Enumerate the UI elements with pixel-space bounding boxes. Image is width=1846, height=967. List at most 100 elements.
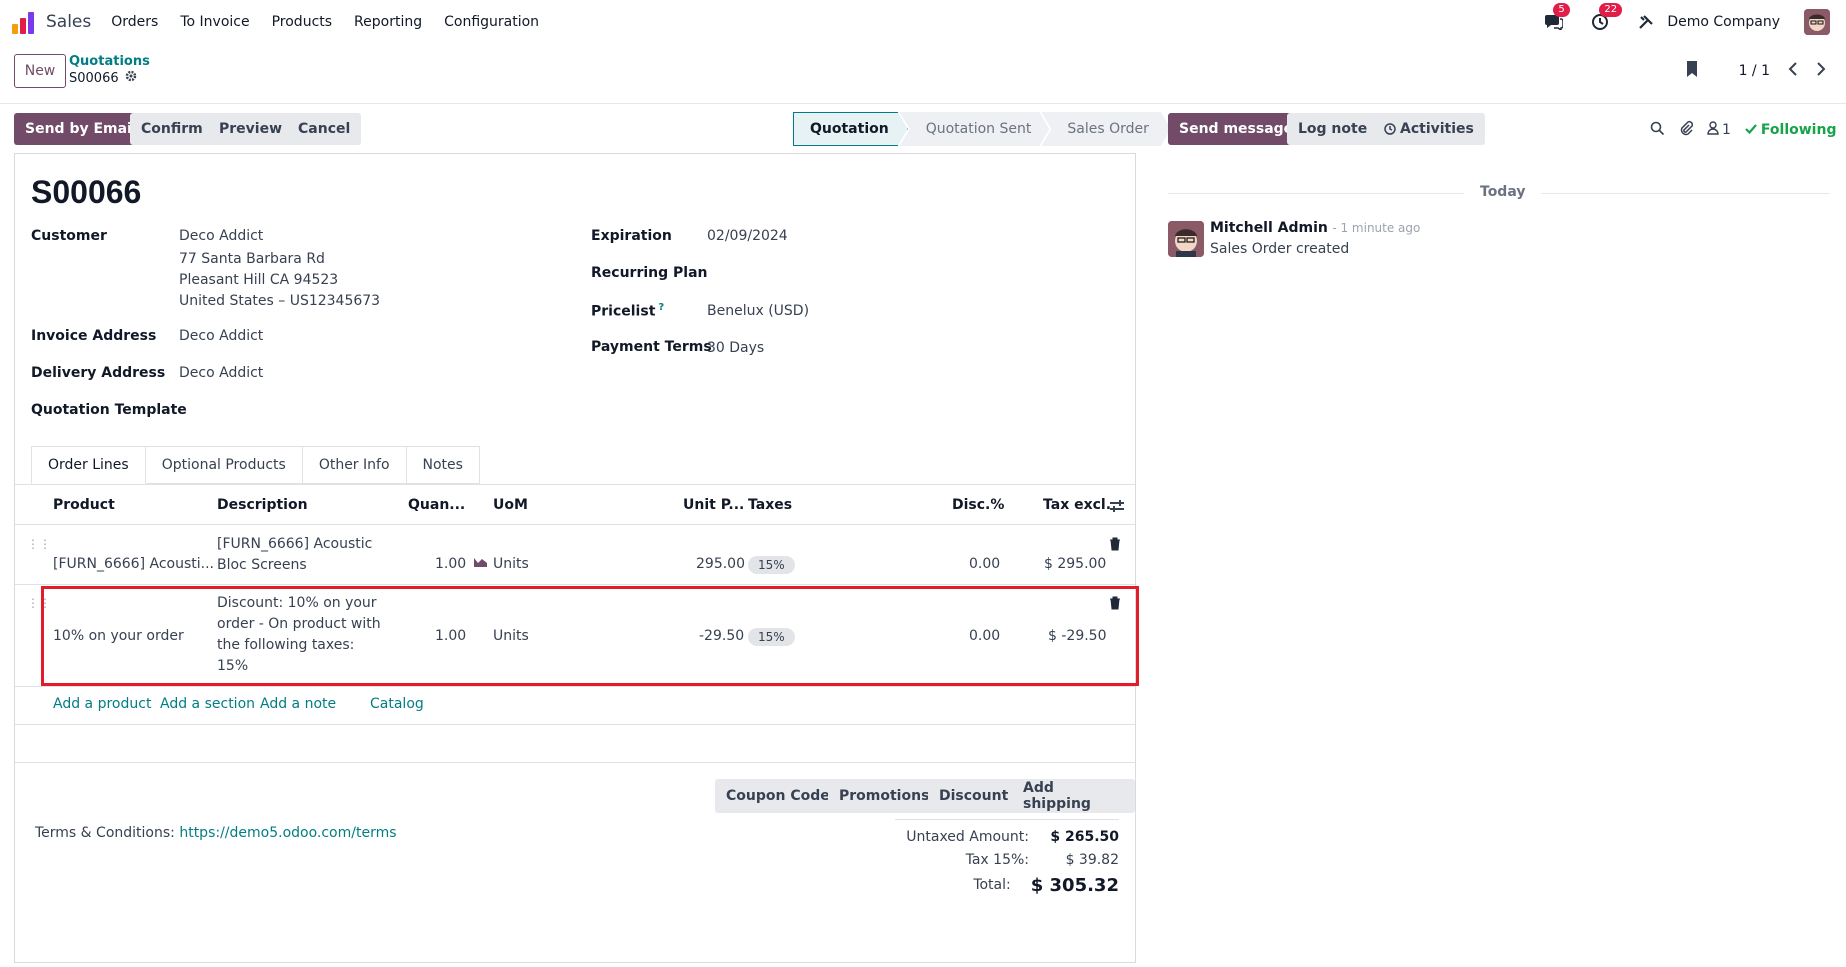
row-description[interactable]: [FURN_6666] Acoustic: [217, 534, 372, 555]
optional-columns-icon[interactable]: [1109, 499, 1125, 517]
add-section-link[interactable]: Add a section: [160, 696, 255, 712]
activities-label: Activities: [1400, 121, 1474, 137]
tab-optional-products[interactable]: Optional Products: [145, 446, 303, 484]
column-quantity[interactable]: Quan...: [408, 497, 465, 513]
tax-amount: $ 39.82: [1065, 852, 1119, 868]
tax-label: Tax 15%:: [965, 852, 1029, 868]
coupon-code-button[interactable]: Coupon Code: [715, 779, 841, 813]
tab-order-lines[interactable]: Order Lines: [31, 446, 146, 484]
activities-icon[interactable]: 22: [1589, 3, 1623, 33]
stage-quotation[interactable]: Quotation: [793, 112, 908, 146]
promotions-button[interactable]: Promotions: [828, 779, 941, 813]
stage-sales-order[interactable]: Sales Order: [1041, 112, 1171, 146]
totals-block: Untaxed Amount: $ 265.50 Tax 15%: $ 39.8…: [906, 826, 1119, 899]
row-quantity[interactable]: 1.00: [435, 554, 466, 575]
pricelist-help-icon[interactable]: ?: [658, 302, 664, 313]
app-name[interactable]: Sales: [46, 12, 91, 32]
status-bar: Quotation Quotation Sent Sales Order: [793, 112, 1171, 146]
messages-icon[interactable]: 5: [1543, 3, 1570, 33]
menu-configuration[interactable]: Configuration: [444, 14, 539, 30]
send-message-button[interactable]: Send message: [1168, 113, 1305, 145]
column-discount[interactable]: Disc.%: [952, 497, 1004, 513]
gear-icon[interactable]: [125, 70, 137, 87]
footer-divider: [15, 762, 1135, 763]
preview-button[interactable]: Preview: [208, 113, 294, 145]
check-icon: [1745, 122, 1757, 138]
user-avatar[interactable]: [1804, 9, 1830, 35]
terms-conditions: Terms & Conditions: https://demo5.odoo.c…: [35, 825, 397, 841]
cancel-button[interactable]: Cancel: [287, 113, 362, 145]
breadcrumb-quotations-link[interactable]: Quotations: [69, 53, 150, 70]
author-avatar[interactable]: [1168, 221, 1204, 257]
delivery-address-label: Delivery Address: [31, 365, 166, 381]
customer-name[interactable]: Deco Addict: [179, 226, 263, 247]
column-subtotal[interactable]: Tax excl.: [1043, 497, 1111, 513]
log-note-button[interactable]: Log note: [1287, 113, 1379, 145]
paperclip-icon[interactable]: [1679, 120, 1694, 140]
tab-other-info[interactable]: Other Info: [302, 446, 407, 484]
trash-icon[interactable]: [1109, 537, 1121, 558]
discount-button[interactable]: Discount: [928, 779, 1020, 813]
row-tax-badge[interactable]: 15%: [748, 556, 795, 574]
column-taxes[interactable]: Taxes: [748, 497, 792, 513]
pager-next-icon[interactable]: [1816, 62, 1826, 80]
tabs-divider: [15, 484, 1135, 485]
following-button[interactable]: Following: [1745, 122, 1836, 138]
invoice-address-label: Invoice Address: [31, 328, 157, 344]
chatter-topbar: 1 Following: [1650, 120, 1836, 140]
confirm-button[interactable]: Confirm: [130, 113, 214, 145]
row-description-line[interactable]: Bloc Screens: [217, 555, 307, 576]
pager-value[interactable]: 1 / 1: [1739, 63, 1770, 79]
user-icon: [1707, 121, 1719, 139]
catalog-link[interactable]: Catalog: [370, 696, 424, 712]
row-uom[interactable]: Units: [493, 554, 529, 575]
column-unit-price[interactable]: Unit P...: [683, 497, 744, 513]
stage-quotation-sent[interactable]: Quotation Sent: [900, 112, 1050, 146]
forecast-chart-icon[interactable]: [473, 554, 489, 575]
total-label: Total:: [973, 877, 1011, 893]
column-product[interactable]: Product: [53, 497, 115, 513]
column-description[interactable]: Description: [217, 497, 308, 513]
add-note-link[interactable]: Add a note: [260, 696, 336, 712]
company-switcher[interactable]: Demo Company: [1667, 14, 1780, 30]
terms-link[interactable]: https://demo5.odoo.com/terms: [179, 825, 396, 841]
customer-country: United States – US12345673: [179, 293, 381, 309]
terms-label: Terms & Conditions:: [35, 825, 175, 841]
row-unit-price[interactable]: 295.00: [696, 554, 745, 575]
followers-count: 1: [1722, 122, 1731, 138]
payment-terms-field[interactable]: 30 Days: [707, 338, 764, 359]
row-product[interactable]: [FURN_6666] Acousti...: [53, 554, 214, 575]
sales-app-icon[interactable]: [12, 10, 36, 34]
menu-orders[interactable]: Orders: [111, 14, 158, 30]
pager-previous-icon[interactable]: [1788, 62, 1798, 80]
message-author[interactable]: Mitchell Admin: [1210, 220, 1328, 236]
delivery-address-field[interactable]: Deco Addict: [179, 363, 263, 384]
menu-products[interactable]: Products: [272, 14, 332, 30]
add-product-link[interactable]: Add a product: [53, 696, 151, 712]
menu-to-invoice[interactable]: To Invoice: [180, 14, 249, 30]
expiration-field[interactable]: 02/09/2024: [707, 226, 788, 247]
drag-handle-icon[interactable]: ⋮⋮: [27, 538, 51, 550]
invoice-address-field[interactable]: Deco Addict: [179, 326, 263, 347]
activities-badge: 22: [1599, 3, 1623, 17]
customer-city: Pleasant Hill CA 94523: [179, 272, 339, 288]
row-discount[interactable]: 0.00: [969, 554, 1000, 575]
total-amount: $ 305.32: [1030, 875, 1119, 896]
bookmark-icon[interactable]: [1685, 60, 1699, 82]
send-by-email-button[interactable]: Send by Email: [14, 113, 148, 145]
activities-button[interactable]: Activities: [1373, 113, 1485, 145]
table-bottom-divider: [15, 724, 1135, 725]
new-button[interactable]: New: [14, 54, 66, 88]
message-header: Mitchell Admin - 1 minute ago: [1210, 220, 1420, 236]
search-icon[interactable]: [1650, 121, 1665, 140]
pricelist-field[interactable]: Benelux (USD): [707, 301, 809, 322]
menu-reporting[interactable]: Reporting: [354, 14, 422, 30]
add-shipping-button[interactable]: Add shipping: [1012, 779, 1135, 813]
drag-handle-icon[interactable]: ⋮⋮: [27, 597, 51, 609]
column-uom[interactable]: UoM: [493, 497, 528, 513]
row-subtotal: $ 295.00: [1044, 556, 1107, 572]
form-sheet: S00066 Customer Deco Addict 77 Santa Bar…: [14, 153, 1139, 963]
followers-button[interactable]: 1: [1707, 121, 1731, 139]
debug-tools-icon[interactable]: [1635, 11, 1657, 33]
tab-notes[interactable]: Notes: [406, 446, 480, 484]
